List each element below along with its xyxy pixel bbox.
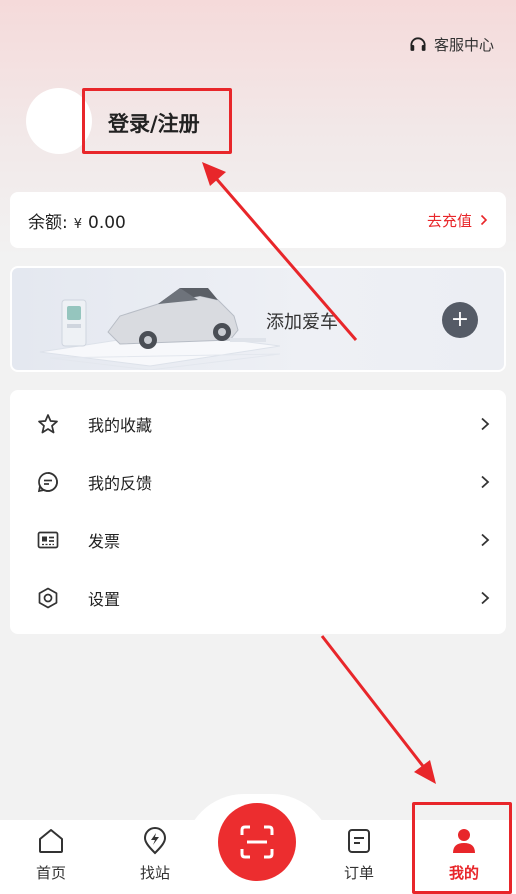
invoice-icon (36, 528, 60, 552)
menu-item-label: 发票 (88, 532, 121, 551)
menu-item-label: 我的反馈 (88, 474, 153, 493)
profile-tab-highlight-box (412, 802, 512, 894)
menu-item-invoice[interactable]: 发票 (10, 511, 506, 569)
station-icon (143, 827, 167, 855)
login-highlight-box (82, 88, 232, 154)
tab-label: 找站 (139, 864, 170, 882)
menu-list: 我的收藏 我的反馈 发票 设置 (10, 390, 506, 634)
feedback-icon (36, 470, 60, 494)
balance-label: 余额: (28, 212, 68, 233)
customer-service-label: 客服中心 (433, 36, 494, 54)
scan-button[interactable] (218, 803, 296, 881)
currency-symbol: ¥ (73, 216, 83, 232)
car-illustration-icon (39, 288, 280, 370)
menu-item-feedback[interactable]: 我的反馈 (10, 453, 506, 511)
menu-item-favorites[interactable]: 我的收藏 (10, 395, 506, 453)
recharge-button[interactable]: 去充值 (427, 210, 488, 231)
chevron-right-icon (481, 417, 490, 431)
tab-station[interactable]: 找站 (125, 826, 185, 890)
chevron-right-icon (481, 475, 490, 489)
scan-icon (240, 825, 274, 859)
chevron-right-icon (481, 591, 490, 605)
settings-icon (36, 586, 60, 610)
add-car-card[interactable]: 添加爱车 + (10, 266, 506, 372)
home-icon (39, 829, 63, 853)
balance-card: 余额: ¥ 0.00 去充值 (10, 192, 506, 248)
tab-orders[interactable]: 订单 (329, 826, 389, 890)
menu-item-settings[interactable]: 设置 (10, 569, 506, 627)
recharge-label: 去充值 (426, 211, 472, 230)
tab-home[interactable]: 首页 (21, 826, 81, 890)
add-car-label: 添加爱车 (266, 312, 338, 333)
plus-icon: + (450, 307, 470, 332)
balance-amount: 0.00 (88, 212, 126, 233)
add-car-button[interactable]: + (442, 302, 478, 338)
headset-icon (410, 36, 426, 51)
customer-service-button[interactable]: 客服中心 (408, 34, 494, 55)
chevron-right-icon (481, 533, 490, 547)
menu-item-label: 我的收藏 (88, 416, 153, 435)
star-icon (36, 412, 60, 436)
order-icon (348, 829, 370, 853)
tab-label: 订单 (343, 864, 374, 882)
menu-item-label: 设置 (88, 590, 121, 609)
tab-label: 首页 (35, 864, 66, 882)
chevron-right-icon (480, 214, 488, 226)
